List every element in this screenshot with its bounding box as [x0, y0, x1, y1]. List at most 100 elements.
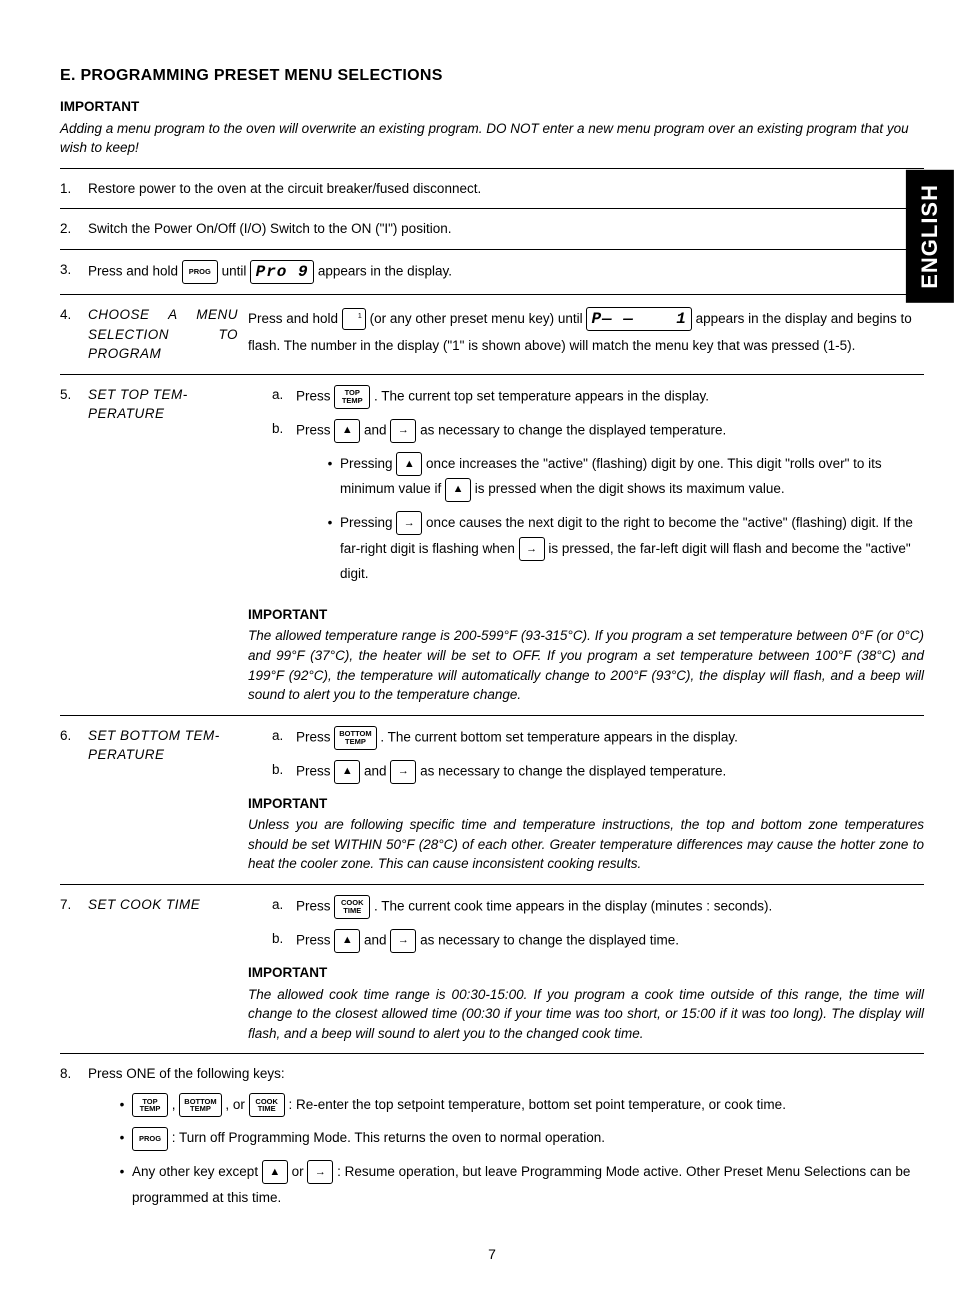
- step-label: SET BOTTOM TEM-PERATURE: [88, 726, 248, 765]
- divider: [60, 294, 924, 295]
- bullet: • Pressing ▲ once increases the "active"…: [320, 451, 924, 502]
- right-arrow-key-icon: →: [307, 1160, 333, 1184]
- step-number: 3.: [60, 260, 88, 280]
- up-arrow-key-icon: ▲: [262, 1160, 288, 1184]
- text: Any other key except: [132, 1164, 262, 1179]
- step-body: a. Press TOP TEMP . The current top set …: [248, 385, 924, 705]
- step-label: SET COOK TIME: [88, 895, 248, 915]
- text: until: [222, 264, 251, 279]
- option-1: • TOP TEMP , BOTTOM TEMP , or COOK TIME …: [112, 1092, 924, 1118]
- substep-a: a. Press BOTTOM TEMP . The current botto…: [272, 726, 924, 750]
- preset-key-icon: 1: [342, 308, 366, 330]
- option-2: • PROG : Turn off Programming Mode. This…: [112, 1125, 924, 1151]
- substep-b: b. Press ▲ and → as necessary to change …: [272, 929, 924, 953]
- prog-key-icon: PROG: [182, 260, 218, 284]
- bullet: • Pressing → once causes the next digit …: [320, 510, 924, 587]
- important-label: IMPORTANT: [248, 794, 924, 814]
- top-temp-key-icon: TOP TEMP: [132, 1093, 168, 1117]
- text: Press: [296, 933, 334, 948]
- step-4: 4. CHOOSE A MENU SELECTION TO PROGRAM Pr…: [60, 299, 924, 370]
- text: Pressing: [340, 515, 396, 530]
- sub-letter: a.: [272, 385, 296, 409]
- step-5: 5. SET TOP TEM-PERATURE a. Press TOP TEM…: [60, 379, 924, 711]
- up-arrow-key-icon: ▲: [396, 452, 422, 476]
- right-arrow-key-icon: →: [396, 511, 422, 535]
- text: , or: [225, 1097, 248, 1112]
- right-arrow-key-icon: →: [390, 760, 416, 784]
- step-1: 1. Restore power to the oven at the circ…: [60, 173, 924, 205]
- divider: [60, 884, 924, 885]
- intro-important-text: Adding a menu program to the oven will o…: [60, 119, 924, 158]
- important-block: IMPORTANT The allowed cook time range is…: [248, 963, 924, 1043]
- text: (or any other preset menu key) until: [370, 311, 587, 326]
- text: . The current top set temperature appear…: [374, 388, 709, 403]
- up-arrow-key-icon: ▲: [445, 478, 471, 502]
- text: as necessary to change the displayed tem…: [420, 763, 726, 778]
- top-temp-key-icon: TOP TEMP: [334, 385, 370, 409]
- divider: [60, 715, 924, 716]
- cook-time-key-icon: COOK TIME: [249, 1093, 285, 1117]
- step-3: 3. Press and hold PROG until Pro 9 appea…: [60, 254, 924, 290]
- text: Press: [296, 388, 334, 403]
- important-block: IMPORTANT The allowed temperature range …: [248, 605, 924, 705]
- text: appears in the display.: [318, 264, 452, 279]
- important-text: Unless you are following specific time a…: [248, 815, 924, 874]
- cook-time-key-icon: COOK TIME: [334, 895, 370, 919]
- substep-a: a. Press COOK TIME . The current cook ti…: [272, 895, 924, 919]
- step-body: Press ONE of the following keys: • TOP T…: [88, 1064, 924, 1218]
- text: . The current bottom set temperature app…: [380, 729, 737, 744]
- step-2: 2. Switch the Power On/Off (I/O) Switch …: [60, 213, 924, 245]
- up-arrow-key-icon: ▲: [334, 760, 360, 784]
- divider: [60, 374, 924, 375]
- step-label: CHOOSE A MENU SELECTION TO PROGRAM: [88, 305, 248, 364]
- step-number: 2.: [60, 219, 88, 239]
- step-7: 7. SET COOK TIME a. Press COOK TIME . Th…: [60, 889, 924, 1049]
- substep-b: b. Press ▲ and → as necessary to change …: [272, 419, 924, 595]
- step-number: 7.: [60, 895, 88, 915]
- text: ,: [172, 1097, 180, 1112]
- text: and: [364, 422, 390, 437]
- important-label: IMPORTANT: [248, 605, 924, 625]
- text: Pressing: [340, 456, 396, 471]
- step-number: 5.: [60, 385, 88, 405]
- step-number: 1.: [60, 179, 88, 199]
- intro-important-label: IMPORTANT: [60, 97, 924, 117]
- option-3: • Any other key except ▲ or → : Resume o…: [112, 1159, 924, 1210]
- text: Press and hold: [88, 264, 182, 279]
- text: . The current cook time appears in the d…: [374, 899, 772, 914]
- step-text: Press and hold PROG until Pro 9 appears …: [88, 260, 924, 284]
- text: and: [364, 763, 390, 778]
- right-arrow-key-icon: →: [390, 419, 416, 443]
- important-block: IMPORTANT Unless you are following speci…: [248, 794, 924, 874]
- important-label: IMPORTANT: [248, 963, 924, 983]
- step-body: a. Press COOK TIME . The current cook ti…: [248, 895, 924, 1043]
- right-arrow-key-icon: →: [390, 929, 416, 953]
- substep-b: b. Press ▲ and → as necessary to change …: [272, 760, 924, 784]
- sub-letter: b.: [272, 419, 296, 595]
- language-tab: ENGLISH: [906, 170, 954, 303]
- text: Press and hold: [248, 311, 342, 326]
- prog-key-icon: PROG: [132, 1127, 168, 1151]
- step-text: Press and hold 1 (or any other preset me…: [248, 305, 924, 359]
- text: as necessary to change the displayed tem…: [420, 422, 726, 437]
- step-text: Restore power to the oven at the circuit…: [88, 179, 924, 199]
- right-arrow-key-icon: →: [519, 537, 545, 561]
- text: or: [292, 1164, 308, 1179]
- text: Press: [296, 422, 334, 437]
- text: and: [364, 933, 390, 948]
- section-heading: E. PROGRAMMING PRESET MENU SELECTIONS: [60, 64, 924, 87]
- substep-a: a. Press TOP TEMP . The current top set …: [272, 385, 924, 409]
- important-text: The allowed temperature range is 200-599…: [248, 626, 924, 704]
- page-number: 7: [60, 1244, 924, 1264]
- bottom-temp-key-icon: BOTTOM TEMP: [179, 1093, 221, 1117]
- display-readout: Pro 9: [250, 260, 314, 284]
- up-arrow-key-icon: ▲: [334, 929, 360, 953]
- text: is pressed when the digit shows its maxi…: [475, 481, 785, 496]
- up-arrow-key-icon: ▲: [334, 419, 360, 443]
- display-readout: P— — 1: [586, 307, 691, 331]
- text: Press: [296, 899, 334, 914]
- step-label: SET TOP TEM-PERATURE: [88, 385, 248, 424]
- step-number: 6.: [60, 726, 88, 746]
- step-text: Switch the Power On/Off (I/O) Switch to …: [88, 219, 924, 239]
- divider: [60, 168, 924, 169]
